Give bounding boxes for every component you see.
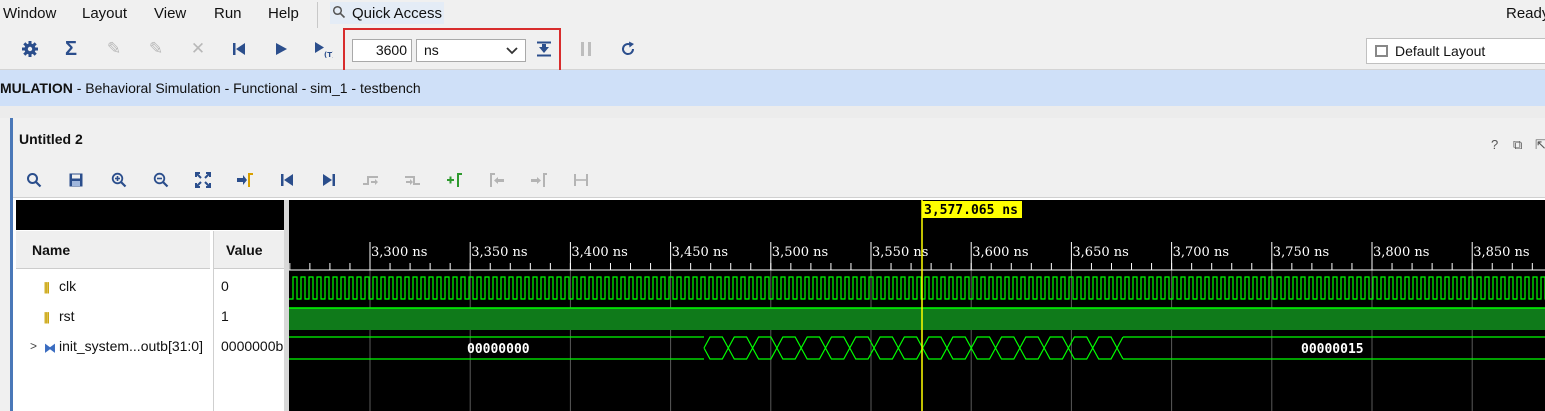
pause-icon[interactable] [575,38,597,60]
next-transition-icon[interactable] [403,170,423,190]
signal-name: init_system...outb[31:0] [59,338,203,354]
time-tick-label: 3,500 ns [772,245,828,260]
name-pane-header-black [16,200,284,230]
relaunch-icon[interactable] [617,38,639,60]
time-tick-label: 3,450 ns [672,245,728,260]
bus-signal-icon: ⧓ [44,341,56,355]
bus-value-left: 00000000 [467,342,530,357]
panel-gap [0,106,1545,118]
add-marker-icon[interactable] [445,170,465,190]
bus-transitions [703,336,1118,360]
layout-value: Default Layout [1395,43,1486,59]
banner-subtitle: - Behavioral Simulation - Functional - s… [72,80,421,96]
menu-window[interactable]: Window [3,5,56,22]
banner-title: MULATION [0,80,73,96]
time-tick-label: 3,600 ns [972,245,1028,260]
search-icon [332,5,348,21]
chevron-right-icon[interactable]: > [30,331,37,361]
signal-name-pane: Name Value ⫼ clk 0 ⫼ rst 1 > ⧓ init_system.… [16,200,284,411]
goto-start-icon[interactable] [277,170,297,190]
svg-text:(T): (T) [324,51,333,58]
menu-layout[interactable]: Layout [82,5,127,22]
waveform-toolbar [13,160,1545,198]
time-tick-label: 3,400 ns [571,245,627,260]
waveform-window: Untitled 2 ? ⧉ ⇱ Name Value ⫼ clk 0 ⫼ rs… [10,118,1545,411]
waveform-title-bar: Untitled 2 [13,118,1545,160]
value-column-header[interactable]: Value [214,231,284,269]
swap-markers-icon[interactable] [571,170,591,190]
layout-icon [1375,45,1388,57]
signal-value: 1 [221,308,229,324]
goto-end-icon[interactable] [319,170,339,190]
quick-access-search[interactable]: Quick Access [330,2,445,24]
status-ready: Ready [1506,5,1545,22]
time-tick-label: 3,300 ns [371,245,427,260]
signal-row-rst[interactable]: ⫼ rst 1 [16,301,284,331]
bus-edge [1116,347,1124,360]
time-tick-label: 3,850 ns [1473,245,1529,260]
waveform-canvas[interactable]: 3,300 ns 3,350 ns 3,400 ns 3,450 ns 3,500 ns… [289,200,1545,411]
signal-name-cell: ⫼ clk [44,271,76,301]
menu-separator [317,2,318,28]
signal-value: 0 [221,278,229,294]
quick-access-label: Quick Access [352,4,443,22]
float-icon[interactable]: ⇱ [1535,137,1545,153]
layout-select[interactable]: Default Layout [1366,38,1545,64]
signal-row-clk[interactable]: ⫼ clk 0 [16,271,284,301]
cursor-time-label: 3,577.065 ns [924,203,1018,218]
signal-name: clk [59,278,77,294]
next-marker-icon[interactable] [529,170,549,190]
clk-waveform [289,276,1545,300]
goto-cursor-icon[interactable] [235,170,255,190]
time-tick-label: 3,650 ns [1072,245,1128,260]
vivado-window: Window Layout View Run Help Quick Access… [0,0,1545,411]
signal-name-cell: ⫼ rst [44,301,75,331]
zoom-in-icon[interactable] [109,170,129,190]
signal-name-cell: ⧓ init_system...outb[31:0] [44,331,210,361]
bit-signal-icon: ⫼ [44,281,50,295]
prev-marker-icon[interactable] [487,170,507,190]
run-all-icon[interactable] [270,38,292,60]
bus-value-right: 00000015 [1301,342,1364,357]
main-toolbar: Σ ✎ ✎ ✕ (T) 3600 ns [0,28,1545,75]
restart-icon[interactable] [228,38,250,60]
step-icon[interactable] [533,38,555,60]
bus-edge [1116,336,1124,349]
waveform-title: Untitled 2 [19,131,83,147]
simulation-banner: MULATION - Behavioral Simulation - Funct… [0,70,1545,106]
name-column-header[interactable]: Name [16,231,210,269]
menu-help[interactable]: Help [268,5,299,22]
rst-waveform-fill [289,308,1545,330]
signal-row-bus[interactable]: > ⧓ init_system...outb[31:0] 0000000b [16,331,284,361]
disabled-tool-2-icon[interactable]: ✎ [145,38,167,60]
time-tick-label: 3,700 ns [1173,245,1229,260]
signal-name: rst [59,308,75,324]
time-tick-label: 3,750 ns [1273,245,1329,260]
save-icon[interactable] [66,170,86,190]
disabled-tool-3-icon[interactable]: ✕ [187,38,209,60]
zoom-fit-icon[interactable] [193,170,213,190]
zoom-out-icon[interactable] [151,170,171,190]
bit-signal-icon: ⫼ [44,311,50,325]
restore-icon[interactable]: ⧉ [1513,137,1522,153]
menu-bar: Window Layout View Run Help Quick Access… [0,0,1545,28]
run-for-icon[interactable]: (T) [312,38,334,60]
time-tick-label: 3,550 ns [872,245,928,260]
menu-run[interactable]: Run [214,5,242,22]
prev-transition-icon[interactable] [361,170,381,190]
help-icon[interactable]: ? [1491,137,1498,152]
time-unit-value: ns [424,42,439,58]
time-unit-select[interactable]: ns [416,39,526,62]
settings-icon[interactable] [19,38,41,60]
menu-view[interactable]: View [154,5,186,22]
time-tick-label: 3,800 ns [1373,245,1429,260]
signal-value: 0000000b [221,338,284,354]
search-icon[interactable] [24,170,44,190]
waveform-svg: 3,300 ns 3,350 ns 3,400 ns 3,450 ns 3,500 ns… [289,200,1545,411]
run-time-input[interactable]: 3600 [352,39,412,62]
time-tick-label: 3,350 ns [471,245,527,260]
disabled-tool-1-icon[interactable]: ✎ [103,38,125,60]
sigma-icon[interactable]: Σ [60,38,82,60]
chevron-down-icon [505,41,519,67]
